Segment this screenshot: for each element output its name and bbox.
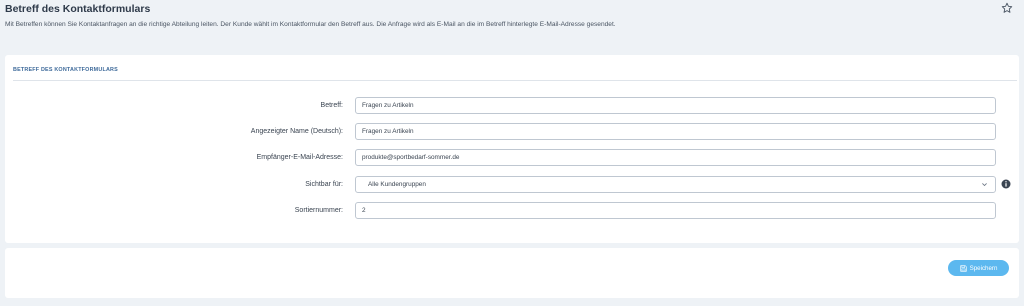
page-description: Mit Betreffen können Sie Kontaktanfragen… (5, 21, 616, 28)
form-footer: Speichern (5, 248, 1019, 298)
chevron-down-icon (982, 183, 987, 187)
display-name-label: Angezeigter Name (Deutsch): (250, 128, 343, 135)
subject-label: Betreff: (320, 102, 343, 109)
subject-row: Betreff: (5, 97, 1019, 114)
visible-for-row: Sichtbar für: Alle Kundengruppen (5, 176, 1019, 193)
sort-number-input[interactable] (355, 202, 996, 219)
customer-group-select[interactable]: Alle Kundengruppen (355, 176, 996, 193)
page-title: Betreff des Kontaktformulars (5, 3, 151, 15)
recipient-email-input[interactable] (355, 149, 996, 166)
recipient-email-label: Empfänger-E-Mail-Adresse: (256, 154, 343, 161)
display-name-row: Angezeigter Name (Deutsch): (5, 123, 1019, 140)
subject-input[interactable] (355, 97, 996, 114)
save-button[interactable]: Speichern (948, 260, 1009, 276)
recipient-email-row: Empfänger-E-Mail-Adresse: (5, 149, 1019, 166)
display-name-input[interactable] (355, 123, 996, 140)
subject-form-card: BETREFF DES KONTAKTFORMULARS Betreff: An… (5, 55, 1019, 243)
section-divider (13, 80, 1017, 81)
floppy-disk-icon (959, 264, 967, 272)
info-icon[interactable] (1001, 179, 1011, 189)
customer-group-selected: Alle Kundengruppen (368, 181, 426, 188)
sort-number-label: Sortiernummer: (294, 207, 343, 214)
sort-number-row: Sortiernummer: (5, 202, 1019, 219)
star-icon[interactable] (1001, 2, 1013, 14)
visible-for-label: Sichtbar für: (305, 181, 343, 188)
section-header: BETREFF DES KONTAKTFORMULARS (13, 67, 118, 73)
save-button-label: Speichern (969, 264, 998, 272)
